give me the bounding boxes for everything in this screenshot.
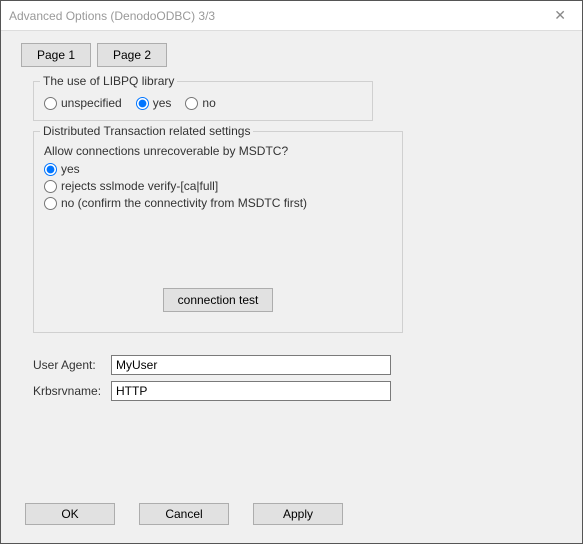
- page2-button[interactable]: Page 2: [97, 43, 167, 67]
- dtx-legend: Distributed Transaction related settings: [40, 124, 253, 138]
- krb-row: Krbsrvname:: [33, 381, 562, 401]
- dtx-radio-rejects-input[interactable]: [44, 180, 57, 193]
- dtx-rejects-label: rejects sslmode verify-[ca|full]: [61, 179, 218, 193]
- libpq-yes-label: yes: [153, 96, 172, 110]
- dtx-group: Distributed Transaction related settings…: [33, 131, 403, 333]
- krb-input[interactable]: [111, 381, 391, 401]
- libpq-legend: The use of LIBPQ library: [40, 74, 177, 88]
- dialog-window: Advanced Options (DenodoODBC) 3/3 ✕ Page…: [0, 0, 583, 544]
- apply-button[interactable]: Apply: [253, 503, 343, 525]
- cancel-button[interactable]: Cancel: [139, 503, 229, 525]
- form-rows: User Agent: Krbsrvname:: [33, 355, 562, 407]
- user-agent-input[interactable]: [111, 355, 391, 375]
- krb-label: Krbsrvname:: [33, 384, 111, 398]
- connection-test-button[interactable]: connection test: [163, 288, 274, 312]
- dtx-question: Allow connections unrecoverable by MSDTC…: [44, 144, 392, 158]
- titlebar: Advanced Options (DenodoODBC) 3/3 ✕: [1, 1, 582, 31]
- libpq-options: unspecified yes no: [44, 96, 362, 110]
- dtx-radio-yes-input[interactable]: [44, 163, 57, 176]
- dtx-radio-no-input[interactable]: [44, 197, 57, 210]
- user-agent-row: User Agent:: [33, 355, 562, 375]
- libpq-radio-unspecified-input[interactable]: [44, 97, 57, 110]
- libpq-radio-no-input[interactable]: [185, 97, 198, 110]
- libpq-no-label: no: [202, 96, 215, 110]
- libpq-unspecified-label: unspecified: [61, 96, 122, 110]
- dtx-radio-yes[interactable]: yes: [44, 162, 382, 176]
- dtx-yes-label: yes: [61, 162, 80, 176]
- page1-button[interactable]: Page 1: [21, 43, 91, 67]
- window-title: Advanced Options (DenodoODBC) 3/3: [9, 9, 215, 23]
- dtx-options: yes rejects sslmode verify-[ca|full] no …: [44, 162, 392, 210]
- dialog-buttons: OK Cancel Apply: [21, 489, 562, 531]
- ok-button[interactable]: OK: [25, 503, 115, 525]
- dtx-radio-rejects[interactable]: rejects sslmode verify-[ca|full]: [44, 179, 382, 193]
- dtx-no-label: no (confirm the connectivity from MSDTC …: [61, 196, 307, 210]
- libpq-radio-unspecified[interactable]: unspecified: [44, 96, 122, 110]
- conn-test-wrap: connection test: [44, 288, 392, 312]
- libpq-radio-no[interactable]: no: [185, 96, 215, 110]
- dtx-radio-no[interactable]: no (confirm the connectivity from MSDTC …: [44, 196, 382, 210]
- close-icon[interactable]: ✕: [546, 7, 574, 24]
- libpq-group: The use of LIBPQ library unspecified yes…: [33, 81, 373, 121]
- page-tabs: Page 1 Page 2: [21, 43, 562, 67]
- content-area: Page 1 Page 2 The use of LIBPQ library u…: [1, 31, 582, 543]
- user-agent-label: User Agent:: [33, 358, 111, 372]
- libpq-radio-yes-input[interactable]: [136, 97, 149, 110]
- libpq-radio-yes[interactable]: yes: [136, 96, 172, 110]
